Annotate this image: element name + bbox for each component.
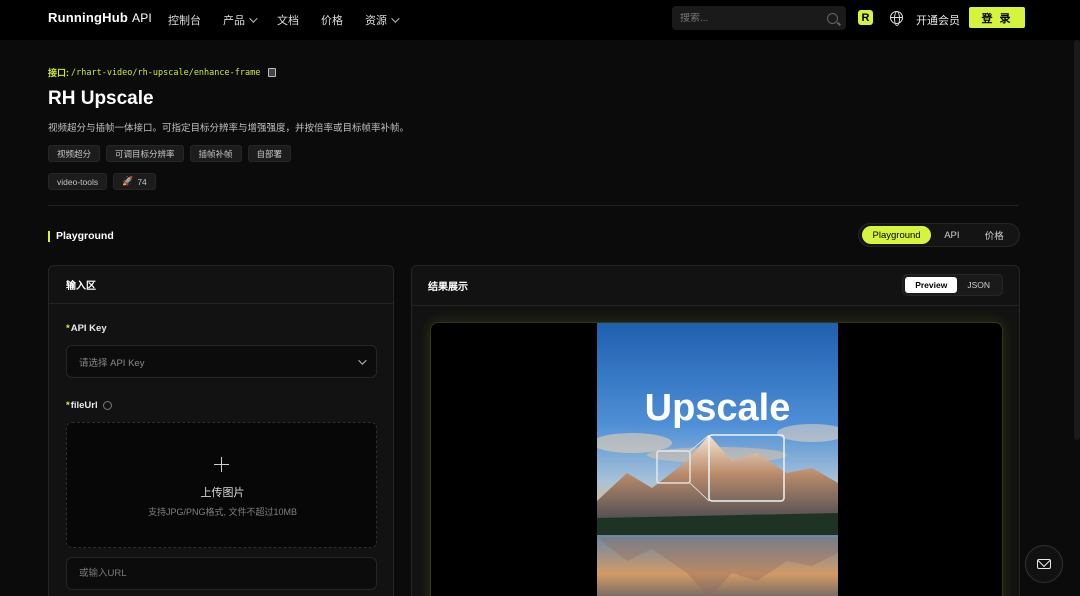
section-divider — [48, 205, 1019, 206]
nav-item-console[interactable]: 控制台 — [168, 12, 201, 28]
vip-link[interactable]: 开通会员 — [916, 12, 960, 28]
preview-image: Upscale — [597, 323, 838, 596]
section-heading-text: Playground — [56, 230, 114, 242]
upload-title: 上传图片 — [200, 487, 245, 499]
endpoint-path: /rhart-video/rh-upscale/enhance-frame — [71, 67, 261, 78]
result-view-tabs: Preview JSON — [902, 274, 1003, 296]
result-panel: 结果展示 Preview JSON Upscale — [411, 265, 1020, 596]
tab-json[interactable]: JSON — [957, 277, 1000, 293]
r-logo-icon[interactable]: R — [858, 10, 873, 25]
mail-icon — [1037, 559, 1051, 569]
upload-hint: 支持JPG/PNG格式, 文件不超过10MB — [147, 507, 298, 517]
brand-suffix: API — [131, 11, 152, 25]
brand-logo[interactable]: RunningHub API — [48, 10, 152, 25]
nav-item-label: 产品 — [223, 15, 245, 27]
contact-button[interactable] — [1025, 545, 1063, 583]
nav-menu: 控制台 产品 文档 价格 资源 — [168, 12, 419, 28]
url-input[interactable] — [66, 557, 377, 590]
endpoint-row: 接口: /rhart-video/rh-upscale/enhance-fram… — [48, 66, 277, 79]
file-url-label-text: fileUrl — [70, 400, 98, 411]
view-tabs: Playground API 价格 — [858, 223, 1020, 247]
category-tag[interactable]: video-tools — [48, 173, 108, 190]
tag: 可调目标分辨率 — [106, 145, 184, 162]
tab-playground[interactable]: Playground — [862, 226, 932, 244]
input-panel: 输入区 * API Key 请选择 API Key * fileUrl 上传图片 支… — [48, 265, 394, 596]
input-panel-title: 输入区 — [49, 266, 393, 304]
brand-name: RunningHub — [48, 10, 128, 25]
search-box — [672, 6, 846, 30]
chevron-down-icon — [391, 14, 400, 23]
file-url-label: * fileUrl — [66, 400, 112, 411]
page-description: 视频超分与插帧一体接口。可指定目标分辨率与增强强度，并按倍率或目标帧率补帧。 — [48, 123, 410, 134]
tab-pricing[interactable]: 价格 — [973, 226, 1016, 244]
nav-item-label: 价格 — [321, 15, 343, 27]
nav-item-label: 资源 — [365, 15, 387, 27]
api-key-select[interactable]: 请选择 API Key — [66, 345, 377, 378]
scrollbar[interactable] — [1074, 40, 1080, 440]
page-title: RH Upscale — [48, 88, 154, 109]
chevron-down-icon — [249, 14, 258, 23]
api-key-placeholder: 请选择 API Key — [79, 357, 145, 369]
poster-title: Upscale — [645, 387, 791, 429]
chevron-down-icon — [358, 355, 367, 365]
meta-tag-list: video-tools 🚀 74 — [48, 173, 156, 190]
tag: 插帧补帧 — [189, 145, 242, 162]
image-upload-dropzone[interactable]: 上传图片 支持JPG/PNG格式, 文件不超过10MB — [66, 422, 377, 548]
usage-count: 74 — [137, 176, 147, 187]
tab-preview[interactable]: Preview — [905, 277, 958, 293]
nav-item-products[interactable]: 产品 — [223, 12, 258, 28]
help-icon[interactable] — [102, 401, 112, 410]
accent-bar — [48, 230, 50, 242]
nav-item-resources[interactable]: 资源 — [365, 12, 400, 28]
tag-list: 视频超分 可调目标分辨率 插帧补帧 自部署 — [48, 145, 292, 162]
tab-api[interactable]: API — [931, 226, 972, 244]
search-icon[interactable] — [827, 12, 838, 24]
nav-item-docs[interactable]: 文档 — [277, 12, 299, 28]
nav-item-label: 文档 — [277, 15, 299, 27]
usage-count-badge: 🚀 74 — [113, 173, 156, 190]
globe-icon[interactable] — [890, 11, 903, 26]
endpoint-label: 接口: — [48, 68, 69, 78]
api-key-label-text: API Key — [70, 323, 107, 334]
search-input[interactable] — [680, 12, 827, 24]
required-mark: * — [66, 400, 70, 411]
tag: 视频超分 — [48, 145, 101, 162]
login-button[interactable]: 登 录 — [969, 7, 1025, 28]
copy-icon[interactable] — [268, 68, 277, 77]
required-mark: * — [66, 323, 70, 334]
section-heading: Playground — [48, 230, 114, 242]
tag: 自部署 — [247, 145, 292, 162]
api-key-label: * API Key — [66, 323, 107, 334]
plus-icon — [214, 457, 229, 472]
nav-item-label: 控制台 — [168, 15, 201, 27]
preview-area: Upscale — [430, 322, 1003, 596]
nav-item-pricing[interactable]: 价格 — [321, 12, 343, 28]
top-navbar: RunningHubAPI 控制台 产品 文档 价格 资源 R 开通会员 登 录 — [0, 0, 1080, 40]
rocket-icon: 🚀 — [122, 176, 134, 186]
